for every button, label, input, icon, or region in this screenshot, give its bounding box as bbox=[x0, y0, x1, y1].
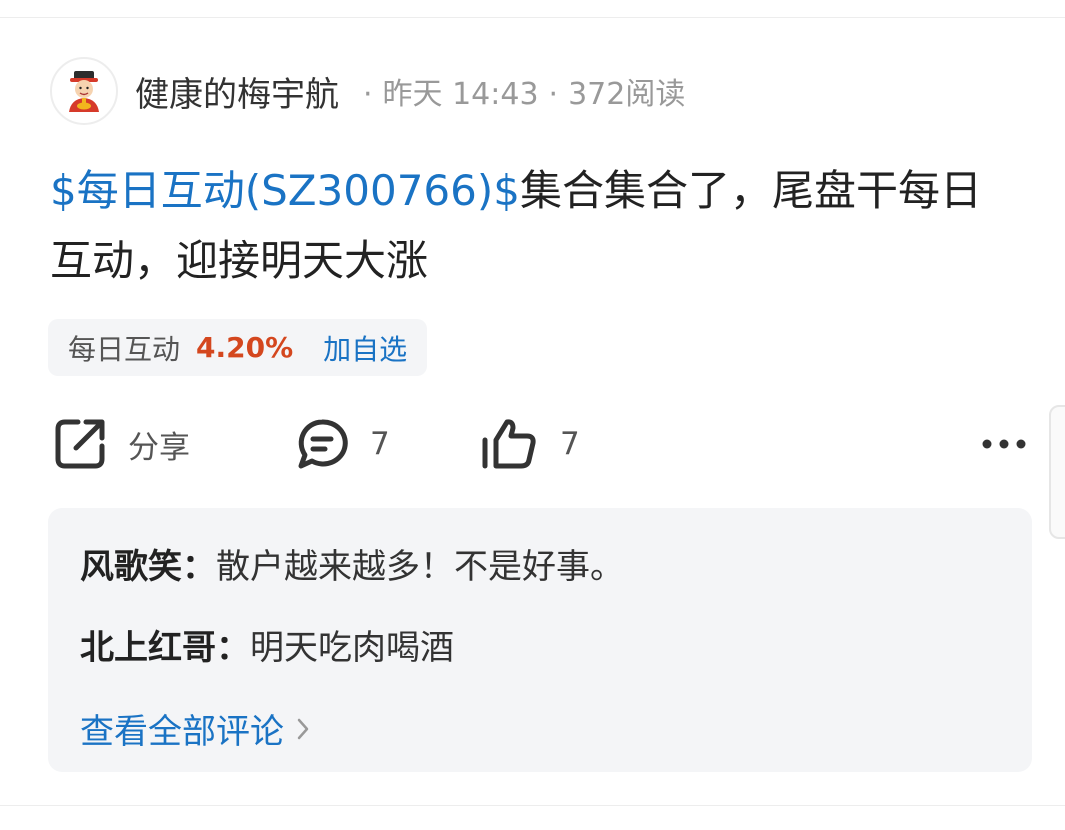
comment-count: 7 bbox=[370, 426, 390, 462]
stock-name: 每日互动 bbox=[68, 332, 181, 366]
stock-ticker-link[interactable]: $每日互动(SZ300766)$ bbox=[50, 166, 520, 215]
post-meta: · 昨天 14:43 · 372阅读 bbox=[353, 69, 685, 113]
more-button[interactable] bbox=[981, 414, 1027, 474]
stock-change: 4.20% bbox=[196, 331, 294, 364]
post-time: 昨天 14:43 bbox=[382, 77, 539, 112]
comment-item[interactable]: 北上红哥：明天吃肉喝酒 bbox=[80, 620, 454, 669]
comment-colon: ： bbox=[182, 547, 216, 587]
share-icon bbox=[55, 419, 105, 469]
comment-button[interactable]: 7 bbox=[294, 414, 390, 474]
stock-chip[interactable]: 每日互动 4.20% 加自选 bbox=[48, 319, 428, 376]
avatar-caishen-icon bbox=[69, 71, 99, 112]
comment-text: 散户越来越多！不是好事。 bbox=[216, 547, 624, 587]
post-header: 健康的梅宇航 · 昨天 14:43 · 372阅读 bbox=[50, 56, 685, 126]
top-divider bbox=[0, 17, 1065, 18]
view-all-comments-link[interactable]: 查看全部评论 bbox=[80, 704, 310, 753]
author-name[interactable]: 健康的梅宇航 bbox=[135, 67, 339, 116]
comment-colon: ： bbox=[216, 628, 250, 668]
avatar[interactable] bbox=[50, 57, 118, 125]
share-label: 分享 bbox=[128, 429, 190, 466]
read-count: 372阅读 bbox=[568, 77, 686, 112]
share-button[interactable]: 分享 bbox=[52, 414, 190, 474]
side-scroll-handle[interactable] bbox=[1049, 405, 1065, 539]
comment-icon bbox=[298, 419, 348, 469]
comment-user[interactable]: 风歌笑 bbox=[80, 547, 182, 587]
comments-preview: 风歌笑：散户越来越多！不是好事。 北上红哥：明天吃肉喝酒 查看全部评论 bbox=[48, 508, 1032, 772]
like-button[interactable]: 7 bbox=[480, 414, 580, 474]
action-bar: 分享 7 7 bbox=[52, 414, 1027, 474]
post-body[interactable]: $每日互动(SZ300766)$集合集合了，尾盘干每日互动，迎接明天大涨 bbox=[50, 156, 1010, 296]
like-count: 7 bbox=[560, 426, 580, 462]
add-watchlist-button[interactable]: 加自选 bbox=[323, 328, 407, 368]
comment-text: 明天吃肉喝酒 bbox=[250, 628, 454, 668]
comment-user[interactable]: 北上红哥 bbox=[80, 628, 216, 668]
comment-item[interactable]: 风歌笑：散户越来越多！不是好事。 bbox=[80, 539, 624, 588]
more-icon bbox=[982, 439, 1026, 449]
bottom-divider bbox=[0, 805, 1065, 806]
view-all-label: 查看全部评论 bbox=[80, 712, 284, 752]
meta-dot: · bbox=[548, 77, 559, 112]
chevron-right-icon bbox=[297, 718, 309, 739]
meta-dot: · bbox=[363, 77, 373, 112]
like-icon bbox=[482, 419, 536, 469]
